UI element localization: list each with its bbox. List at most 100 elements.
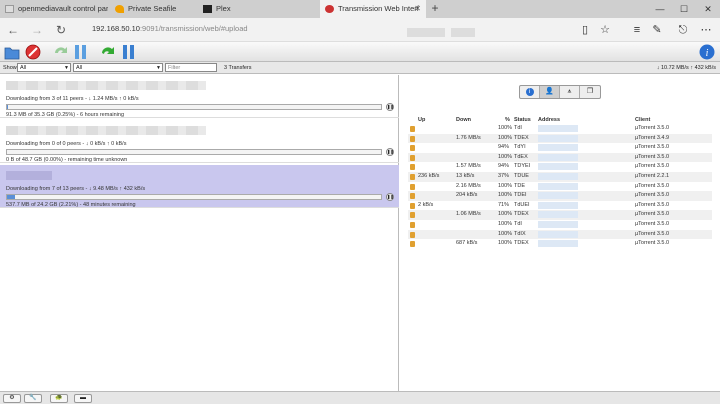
- forward-icon[interactable]: →: [28, 21, 46, 39]
- new-tab-button[interactable]: +: [428, 0, 442, 18]
- open-torrent-icon[interactable]: [3, 43, 21, 61]
- peer-client: µTorrent 3.5.0: [635, 163, 670, 170]
- back-icon[interactable]: ←: [4, 21, 22, 39]
- refresh-icon[interactable]: ↻: [52, 21, 70, 39]
- transfer-count: 3 Transfers: [224, 65, 252, 71]
- peer-status: TDEI: [514, 192, 527, 199]
- minimize-icon[interactable]: —: [648, 0, 672, 18]
- tab-openmediavault[interactable]: openmediavault control par: [0, 0, 108, 18]
- peer-status: TDEX: [514, 240, 529, 247]
- peer-address-redacted: [538, 134, 578, 142]
- peer-address-redacted: [538, 240, 578, 248]
- tab-plex[interactable]: Plex: [198, 0, 318, 18]
- chevron-down-icon: ▼: [156, 65, 161, 71]
- peer-client: µTorrent 3.5.0: [635, 144, 670, 151]
- tab-info-icon[interactable]: i: [520, 86, 540, 98]
- peer-down: 2.16 MB/s: [456, 182, 481, 189]
- more-icon[interactable]: ⋯: [698, 22, 714, 38]
- torrent-name-redacted: [6, 171, 52, 180]
- tracker-filter-select[interactable]: All ▼: [73, 63, 163, 72]
- pause-icon[interactable]: ❚❚: [386, 193, 394, 201]
- settings-gear-icon[interactable]: ⚙: [3, 394, 21, 403]
- inspector-tabs: i 👤 ⩚ ❐: [519, 85, 601, 99]
- peer-row: 1.57 MB/s 94% TDYEI µTorrent 3.5.0: [408, 162, 712, 172]
- lock-icon: [410, 174, 415, 180]
- pause-all-icon[interactable]: [120, 43, 138, 61]
- peer-row: 2 kB/s 71% TdUEI µTorrent 3.5.0: [408, 201, 712, 211]
- lock-icon: [410, 145, 415, 152]
- peer-percent: 100%: [498, 134, 513, 141]
- peer-client: µTorrent 2.2.1: [635, 173, 670, 179]
- col-up: Up: [418, 117, 426, 123]
- total-speeds: ↓ 10.72 MB/s ↑ 432 kB/s: [656, 65, 716, 71]
- tab-trackers-icon[interactable]: ⩚: [560, 86, 580, 98]
- torrent-row[interactable]: Downloading from 3 of 11 peers - ↓ 1.24 …: [0, 75, 399, 118]
- tab-transmission[interactable]: Transmission Web Interf ✕: [320, 0, 426, 18]
- peer-client: µTorrent 3.5.0: [635, 221, 670, 227]
- peer-row: 204 kB/s 100% TDEI µTorrent 3.5.0: [408, 191, 712, 201]
- pause-icon[interactable]: ❚❚: [386, 148, 394, 156]
- reading-view-icon[interactable]: ▯: [577, 22, 593, 38]
- progress-fill: [7, 195, 16, 199]
- peer-down: 1.57 MB/s: [456, 163, 481, 170]
- peer-percent: 100%: [498, 182, 513, 189]
- preferences-wrench-icon[interactable]: 🔧: [24, 394, 42, 403]
- close-tab-icon[interactable]: ✕: [414, 0, 421, 18]
- peer-row: 100% TdI µTorrent 3.5.0: [408, 220, 712, 230]
- peer-up: 2 kB/s: [418, 201, 434, 208]
- lock-icon: [410, 231, 415, 238]
- plex-icon: [203, 5, 212, 13]
- filter-input[interactable]: Filter: [165, 63, 217, 72]
- peer-address-redacted: [538, 221, 578, 228]
- tab-seafile[interactable]: Private Seafile: [110, 0, 196, 18]
- notes-icon[interactable]: ✎: [649, 22, 665, 38]
- torrent-row-selected[interactable]: Downloading from 7 of 13 peers - ↓ 9.48 …: [0, 165, 399, 208]
- peer-address-redacted: [538, 144, 578, 152]
- info-icon[interactable]: i: [698, 43, 716, 61]
- pause-torrent-icon[interactable]: [72, 43, 90, 61]
- lock-icon: [410, 154, 415, 161]
- peer-status: TdI: [514, 125, 522, 131]
- transmission-icon: [325, 5, 334, 13]
- peer-address-redacted: [538, 230, 578, 238]
- peer-row: 236 kB/s 13 kB/s 37% TDUE µTorrent 2.2.1: [408, 172, 712, 182]
- peer-row: 100% TdEX µTorrent 3.5.0: [408, 152, 712, 163]
- svg-text:i: i: [706, 48, 709, 59]
- lock-icon: [410, 135, 415, 142]
- maximize-icon[interactable]: ☐: [672, 0, 696, 18]
- torrent-progress-text: 0 B of 48.7 GB (0.00%) - remaining time …: [6, 157, 128, 163]
- progress-fill: [7, 105, 8, 109]
- url-path: :9091/transmission/web/#upload: [139, 24, 248, 33]
- start-torrent-icon[interactable]: [52, 43, 70, 61]
- peer-client: µTorrent 3.5.0: [635, 153, 670, 160]
- turtle-mode-icon[interactable]: 🐢: [50, 394, 68, 403]
- tab-peers-icon[interactable]: 👤: [540, 86, 560, 98]
- url-field[interactable]: 192.168.50.10:9091/transmission/web/#upl…: [92, 24, 248, 33]
- peer-row: 1.76 MB/s 100% TDEX µTorrent 3.4.9: [408, 133, 712, 144]
- col-address: Address: [538, 117, 561, 123]
- peer-client: µTorrent 3.5.0: [635, 192, 670, 199]
- start-all-icon[interactable]: [100, 43, 118, 61]
- torrent-peers: Downloading from 0 of 0 peers - ↓ 0 kB/s…: [6, 141, 127, 147]
- peer-percent: 100%: [498, 221, 513, 227]
- pause-icon[interactable]: ❚❚: [386, 103, 394, 111]
- peer-row: 100% TdI µTorrent 3.5.0: [408, 124, 712, 134]
- peer-row: 100% TdIX µTorrent 3.5.0: [408, 229, 712, 240]
- remove-torrent-icon[interactable]: [24, 43, 42, 61]
- peer-status: TDUE: [514, 173, 529, 179]
- peer-status: TDE: [514, 182, 525, 189]
- tab-files-icon[interactable]: ❐: [580, 86, 600, 98]
- torrent-progress-text: 91.3 MB of 35.3 GB (0.25%) - 6 hours rem…: [6, 112, 125, 118]
- peer-percent: 100%: [498, 230, 513, 237]
- favorite-star-icon[interactable]: ☆: [597, 22, 613, 38]
- compact-view-icon[interactable]: ▬: [74, 394, 92, 403]
- close-window-icon[interactable]: ✕: [696, 0, 720, 18]
- peer-percent: 100%: [498, 125, 513, 131]
- state-filter-select[interactable]: All ▼: [17, 63, 71, 72]
- share-icon[interactable]: ⎋: [675, 22, 691, 38]
- peer-row: 687 kB/s 100% TDEX µTorrent 3.5.0: [408, 239, 712, 249]
- hub-icon[interactable]: ≡: [629, 22, 645, 38]
- peer-percent: 71%: [498, 201, 510, 208]
- peer-percent: 100%: [498, 211, 513, 218]
- torrent-row[interactable]: Downloading from 0 of 0 peers - ↓ 0 kB/s…: [0, 120, 399, 163]
